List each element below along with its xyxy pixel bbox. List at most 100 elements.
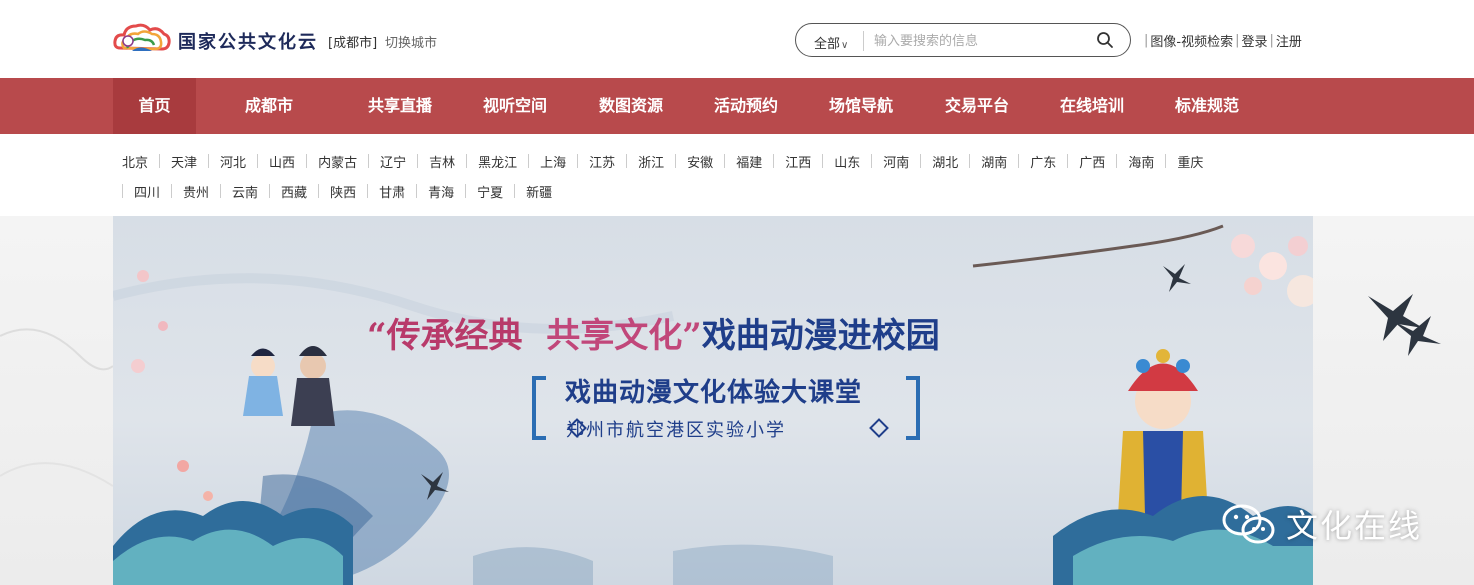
separator [269,184,271,198]
province-item[interactable]: 新疆 [503,182,552,201]
separator [1018,154,1020,168]
switch-city-link[interactable]: 切换城市 [385,32,437,51]
province-label: 安徽 [687,155,714,171]
nav-item-event-booking[interactable]: 活动预约 [701,78,791,134]
separator [367,184,369,198]
current-city: [成都市] [328,36,378,51]
search-scope-select[interactable]: 全部∨ [814,33,848,52]
separator [528,154,530,168]
search-input[interactable] [874,30,1084,52]
chevron-down-icon: ∨ [841,40,849,51]
province-label: 宁夏 [477,185,504,201]
province-list: 北京 天津 河北 山西 内蒙古 辽宁 吉林 黑龙江 上海 江苏 浙江 安徽 福建 江西 山东 河南 湖北 湖南 广东… [112,146,1312,206]
province-item[interactable]: 甘肃 [356,182,405,201]
nav-item-trading[interactable]: 交易平台 [932,78,1022,134]
province-item[interactable]: 湖北 [909,152,958,171]
province-item[interactable]: 重庆 [1154,152,1203,171]
province-label: 四川 [134,185,161,201]
separator [1116,154,1118,168]
province-label: 山东 [834,155,861,171]
separator [1165,154,1167,168]
separator [159,154,161,168]
province-label: 黑龙江 [478,155,518,171]
banner-school: 郑州市航空港区实验小学 [566,420,786,441]
province-item[interactable]: 广西 [1056,152,1105,171]
province-item[interactable]: 北京 [122,152,148,171]
province-item[interactable]: 陕西 [307,182,356,201]
province-label: 青海 [428,185,455,201]
separator [871,154,873,168]
image-video-search-link[interactable]: 图像-视频检索 [1150,31,1233,50]
province-item[interactable]: 山西 [246,152,295,171]
separator [577,154,579,168]
nav-item-av-space[interactable]: 视听空间 [470,78,560,134]
province-item[interactable]: 青海 [405,182,454,201]
province-item[interactable]: 江西 [762,152,811,171]
separator [257,154,259,168]
separator [1067,154,1069,168]
province-label: 河南 [883,155,910,171]
province-item[interactable]: 黑龙江 [455,152,517,171]
separator: | [1235,33,1240,48]
separator [773,154,775,168]
banner-title: “传承经典 共享文化”戏曲动漫进校园 [367,308,940,357]
banner-title-part1: 传承经典 [386,316,523,356]
search-icon[interactable] [1096,31,1114,49]
province-item[interactable]: 上海 [517,152,566,171]
province-label: 西藏 [281,185,308,201]
province-item[interactable]: 海南 [1105,152,1154,171]
banner-bracket-left [532,376,546,440]
province-item[interactable]: 湖南 [958,152,1007,171]
wechat-icon [1222,504,1275,544]
separator [514,184,516,198]
separator [675,154,677,168]
province-item[interactable]: 江苏 [566,152,615,171]
province-item[interactable]: 四川 [112,182,160,201]
banner-subtitle: 戏曲动漫文化体验大课堂 [565,378,863,408]
province-label: 天津 [171,155,198,171]
province-item[interactable]: 浙江 [615,152,664,171]
province-label: 甘肃 [379,185,406,201]
separator [465,184,467,198]
province-label: 贵州 [183,185,210,201]
separator [306,154,308,168]
separator [220,184,222,198]
province-item[interactable]: 吉林 [406,152,455,171]
register-link[interactable]: 注册 [1276,31,1302,50]
province-item[interactable]: 河北 [197,152,246,171]
province-item[interactable]: 宁夏 [454,182,503,201]
province-item[interactable]: 安徽 [664,152,713,171]
province-item[interactable]: 山东 [811,152,860,171]
province-item[interactable]: 河南 [860,152,909,171]
separator [920,154,922,168]
nav-item-home[interactable]: 首页 [113,78,196,134]
separator [318,184,320,198]
login-link[interactable]: 登录 [1241,31,1267,50]
province-label: 陕西 [330,185,357,201]
nav-item-chengdu[interactable]: 成都市 [226,78,312,134]
site-name[interactable]: 国家公共文化云 [178,28,318,54]
province-label: 北京 [122,155,149,171]
province-item[interactable]: 贵州 [160,182,209,201]
nav-item-live[interactable]: 共享直播 [355,78,445,134]
cloud-logo-icon[interactable] [112,18,172,56]
province-item[interactable]: 内蒙古 [295,152,357,171]
banner-title-part3: 戏曲动漫进校园 [701,316,940,356]
province-label: 内蒙古 [318,155,358,171]
nav-item-training[interactable]: 在线培训 [1047,78,1137,134]
nav-item-digital-resources[interactable]: 数图资源 [586,78,676,134]
province-item[interactable]: 广东 [1007,152,1056,171]
province-item[interactable]: 云南 [209,182,258,201]
banner-title-open-quote: “ [367,316,387,356]
province-label: 重庆 [1177,155,1204,171]
nav-item-standards[interactable]: 标准规范 [1162,78,1252,134]
province-item[interactable]: 福建 [713,152,762,171]
province-label: 海南 [1128,155,1155,171]
nav-item-venue-nav[interactable]: 场馆导航 [816,78,906,134]
province-item[interactable]: 天津 [148,152,197,171]
banner-title-part2: 共享文化 [546,316,683,356]
province-item[interactable]: 西藏 [258,182,307,201]
site-header: 国家公共文化云 [成都市] 切换城市 全部∨ | 图像-视频检索 | 登录 | … [0,0,1474,78]
province-item[interactable]: 辽宁 [357,152,406,171]
separator [171,184,173,198]
